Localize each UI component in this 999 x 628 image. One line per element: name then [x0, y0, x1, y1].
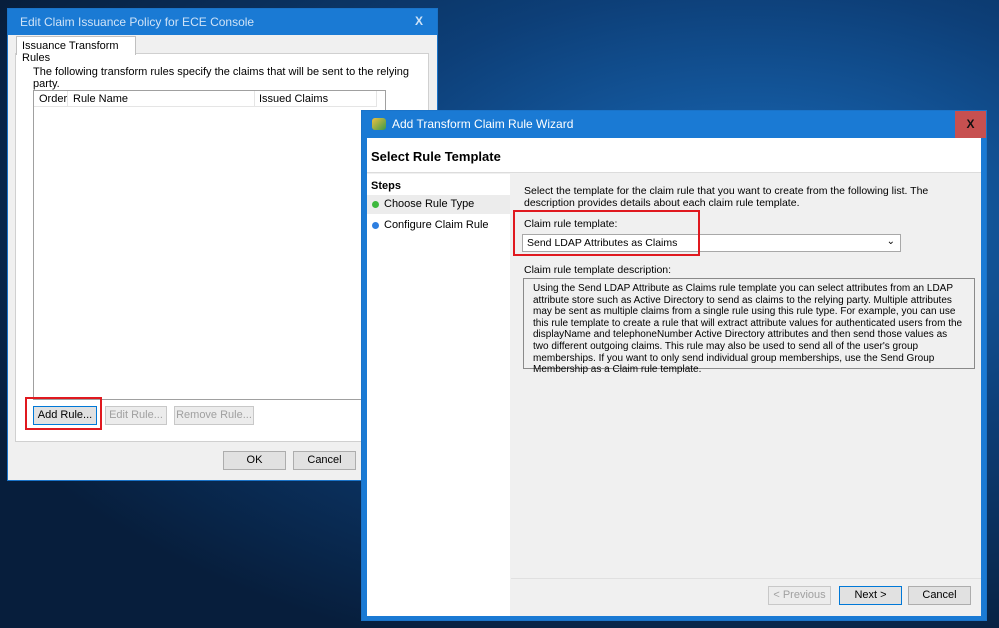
cancel-button[interactable]: Cancel [293, 451, 356, 470]
next-button[interactable]: Next > [839, 586, 902, 605]
highlight-add-rule [25, 397, 102, 430]
column-rule-name[interactable]: Rule Name [68, 91, 255, 107]
column-order[interactable]: Order [34, 91, 68, 107]
edit-rule-button[interactable]: Edit Rule... [105, 406, 167, 425]
description-label: Claim rule template description: [524, 264, 672, 276]
step-label: Choose Rule Type [384, 198, 475, 210]
policy-title-bar[interactable]: Edit Claim Issuance Policy for ECE Conso… [8, 9, 437, 35]
chevron-down-icon: ⌄ [886, 236, 895, 247]
wizard-app-icon [372, 118, 386, 130]
add-transform-claim-rule-wizard: Add Transform Claim Rule Wizard X Select… [361, 110, 987, 621]
step-configure-claim-rule[interactable]: Configure Claim Rule [367, 216, 510, 235]
list-header: Order Rule Name Issued Claims [34, 91, 377, 107]
rules-list[interactable]: Order Rule Name Issued Claims [33, 90, 386, 400]
close-icon[interactable]: X [415, 14, 423, 28]
previous-button[interactable]: < Previous [768, 586, 831, 605]
ok-button[interactable]: OK [223, 451, 286, 470]
steps-label: Steps [371, 180, 401, 192]
wizard-title: Add Transform Claim Rule Wizard [392, 117, 574, 131]
tab-issuance-transform-rules[interactable]: Issuance Transform Rules [16, 36, 136, 64]
wizard-header: Select Rule Template [367, 138, 981, 173]
steps-panel: Steps Choose Rule Type Configure Claim R… [367, 174, 510, 616]
instructions-text: Select the template for the claim rule t… [524, 185, 929, 209]
wizard-body: Select Rule Template Steps Choose Rule T… [367, 138, 981, 616]
step-status-icon [372, 201, 379, 208]
step-status-icon [372, 222, 379, 229]
column-issued-claims[interactable]: Issued Claims [255, 91, 377, 107]
step-label: Configure Claim Rule [384, 219, 489, 231]
highlight-template [513, 210, 700, 256]
wizard-footer-divider [511, 578, 981, 579]
remove-rule-button[interactable]: Remove Rule... [174, 406, 254, 425]
intro-text: The following transform rules specify th… [33, 66, 409, 90]
page-title: Select Rule Template [371, 149, 501, 164]
policy-title: Edit Claim Issuance Policy for ECE Conso… [20, 15, 255, 29]
step-choose-rule-type[interactable]: Choose Rule Type [367, 195, 510, 214]
close-icon: X [966, 117, 975, 131]
wizard-title-bar[interactable]: Add Transform Claim Rule Wizard X [362, 111, 986, 138]
wizard-cancel-button[interactable]: Cancel [908, 586, 971, 605]
close-button[interactable]: X [955, 111, 986, 138]
description-box: Using the Send LDAP Attribute as Claims … [523, 278, 975, 375]
